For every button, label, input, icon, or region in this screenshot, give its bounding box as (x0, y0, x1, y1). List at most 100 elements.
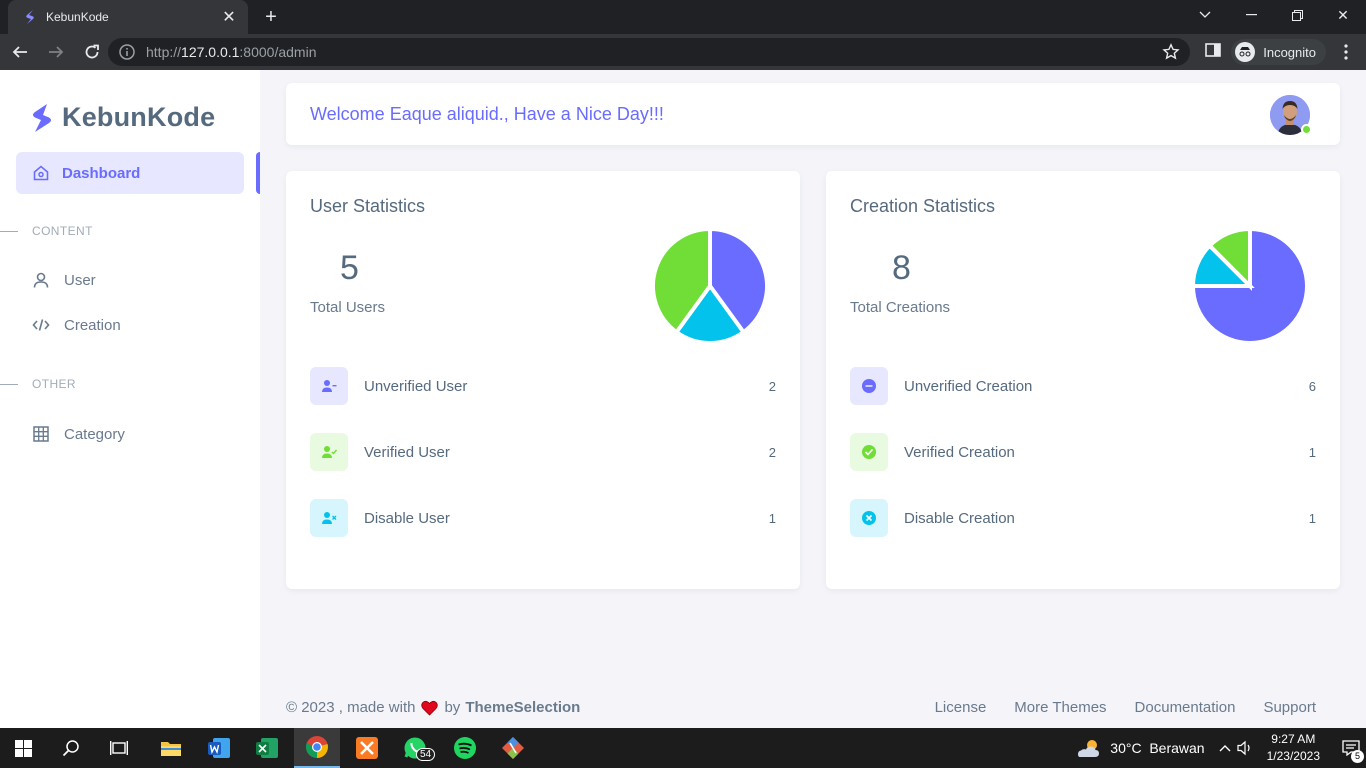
code-icon (32, 316, 50, 334)
excel-icon[interactable] (244, 728, 290, 768)
word-icon[interactable] (196, 728, 242, 768)
side-panel-icon[interactable] (1205, 42, 1222, 63)
reload-icon[interactable] (76, 36, 108, 68)
footer-link-documentation[interactable]: Documentation (1135, 699, 1236, 716)
windows-taskbar: 54 30°C Berawan 9:27 AM 1/23/2023 5 (0, 728, 1366, 768)
sidebar-item-user[interactable]: User (32, 271, 96, 289)
volume-icon[interactable] (1237, 740, 1255, 756)
url-scheme: http:// (146, 44, 182, 60)
stat-value: 2 (768, 444, 776, 460)
notification-center-icon[interactable]: 5 (1336, 728, 1366, 768)
user-statistics-card: User Statistics 5 Total Users Unverified… (286, 171, 800, 589)
menu-header-label: OTHER (32, 377, 76, 391)
spotify-icon[interactable] (442, 728, 488, 768)
browser-titlebar: KebunKode ✕ + ✕ (0, 0, 1366, 34)
chrome-icon[interactable] (294, 728, 340, 768)
whatsapp-icon[interactable]: 54 (392, 728, 438, 768)
footer-author-link[interactable]: ThemeSelection (465, 699, 580, 716)
file-explorer-icon[interactable] (148, 728, 194, 768)
card-title: Creation Statistics (850, 196, 996, 216)
minus-circle-icon (850, 367, 888, 405)
search-icon[interactable] (48, 728, 94, 768)
sidebar-item-category[interactable]: Category (32, 425, 125, 443)
home-icon (32, 164, 50, 182)
clock-time: 9:27 AM (1271, 732, 1316, 746)
browser-tab[interactable]: KebunKode ✕ (8, 0, 248, 34)
footer-by: by (444, 699, 461, 716)
stat-row-unverified-user: Unverified User 2 (310, 367, 776, 405)
restore-icon[interactable] (1274, 0, 1320, 30)
stat-label: Disable User (364, 509, 450, 527)
stat-value: 1 (768, 510, 776, 526)
browser-menu-icon[interactable] (1336, 44, 1356, 60)
total-users-value: 5 (340, 249, 359, 287)
menu-header-content: CONTENT (0, 224, 93, 238)
brand[interactable]: KebunKode (30, 102, 215, 133)
grid-icon (32, 425, 50, 443)
forward-icon[interactable] (40, 36, 72, 68)
stat-value: 2 (768, 378, 776, 394)
stat-row-disable-user: Disable User 1 (310, 499, 776, 537)
menu-header-other: OTHER (0, 377, 76, 391)
sidebar-item-label: User (64, 271, 96, 289)
close-window-icon[interactable]: ✕ (1320, 0, 1366, 30)
sidebar-item-dashboard[interactable]: Dashboard (16, 152, 244, 194)
tab-search-chevron-icon[interactable] (1182, 0, 1228, 30)
footer-link-more-themes[interactable]: More Themes (1014, 699, 1106, 716)
sidebar-item-label: Category (64, 425, 125, 443)
kebunkode-logo-icon (33, 103, 51, 132)
url-host: 127.0.0.1 (181, 44, 240, 60)
footer-link-license[interactable]: License (935, 699, 987, 716)
incognito-badge[interactable]: Incognito (1231, 39, 1326, 65)
site-info-icon[interactable] (118, 43, 136, 61)
minimize-icon[interactable] (1228, 0, 1274, 30)
footer-prefix: © 2023 , made with (286, 699, 416, 716)
online-status-dot (1301, 124, 1312, 135)
sidebar: KebunKode Dashboard CONTENT User Creatio… (0, 70, 260, 728)
total-users-label: Total Users (310, 299, 386, 316)
show-hidden-icons-chevron-icon[interactable] (1219, 744, 1231, 752)
incognito-label: Incognito (1263, 44, 1316, 60)
welcome-text: Welcome Eaque aliquid., Have a Nice Day!… (310, 104, 664, 124)
back-icon[interactable] (4, 36, 36, 68)
brand-name: KebunKode (62, 102, 216, 132)
stat-row-verified-creation: Verified Creation 1 (850, 433, 1316, 471)
stat-row-disable-creation: Disable Creation 1 (850, 499, 1316, 537)
user-pie-chart[interactable] (650, 226, 770, 346)
welcome-banner: Welcome Eaque aliquid., Have a Nice Day!… (286, 83, 1340, 145)
url-text[interactable]: http://127.0.0.1:8000/admin (146, 44, 1162, 60)
taskbar-clock[interactable]: 9:27 AM 1/23/2023 (1267, 731, 1320, 765)
total-creations-label: Total Creations (850, 299, 951, 316)
user-x-icon (310, 499, 348, 537)
browser-toolbar: http://127.0.0.1:8000/admin Incognito (0, 34, 1366, 70)
footer-links: License More Themes Documentation Suppor… (907, 699, 1316, 716)
xampp-icon[interactable] (344, 728, 390, 768)
git-client-icon[interactable] (490, 728, 536, 768)
tab-title: KebunKode (46, 10, 109, 24)
windows-start-icon[interactable] (0, 728, 46, 768)
stat-value: 1 (1308, 444, 1316, 460)
total-creations-value: 8 (892, 249, 911, 287)
url-path: :8000/admin (239, 44, 317, 60)
task-view-icon[interactable] (96, 728, 142, 768)
system-tray: 30°C Berawan 9:27 AM 1/23/2023 5 (1076, 728, 1366, 768)
new-tab-icon[interactable]: + (258, 4, 284, 30)
sidebar-item-label: Dashboard (62, 164, 141, 182)
address-bar[interactable]: http://127.0.0.1:8000/admin (108, 38, 1190, 66)
card-title: User Statistics (310, 196, 426, 216)
stat-row-unverified-creation: Unverified Creation 6 (850, 367, 1316, 405)
stat-label: Verified User (364, 443, 450, 461)
footer-credit: © 2023 , made with by ThemeSelection (286, 699, 580, 716)
creation-pie-chart[interactable] (1190, 226, 1310, 346)
sidebar-item-creation[interactable]: Creation (32, 316, 121, 334)
tab-close-icon[interactable]: ✕ (220, 7, 238, 27)
stat-label: Unverified User (364, 377, 468, 395)
bookmark-star-icon[interactable] (1162, 43, 1180, 61)
menu-header-label: CONTENT (32, 224, 93, 238)
stat-label: Verified Creation (904, 443, 1015, 461)
footer-link-support[interactable]: Support (1263, 699, 1316, 716)
stat-label: Unverified Creation (904, 377, 1033, 395)
weather-text[interactable]: 30°C Berawan (1110, 740, 1204, 756)
weather-icon[interactable] (1076, 737, 1102, 759)
incognito-icon (1235, 42, 1256, 62)
